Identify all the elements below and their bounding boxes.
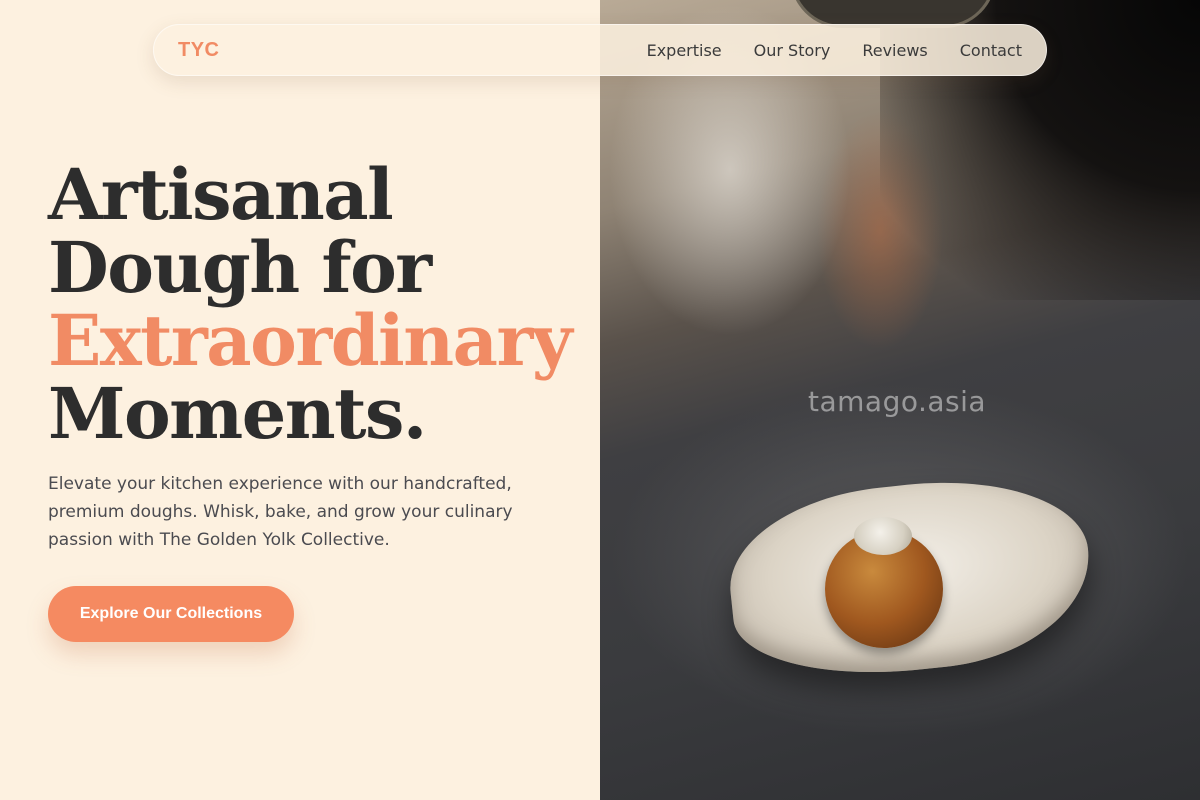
photo-watermark: tamago.asia	[808, 385, 987, 418]
nav-links: Expertise Our Story Reviews Contact	[647, 41, 1022, 60]
hero-subtitle: Elevate your kitchen experience with our…	[48, 474, 513, 550]
nav-link-expertise[interactable]: Expertise	[647, 41, 722, 60]
brand-logo-link[interactable]: TYC	[178, 39, 220, 62]
hero-title-accent-line: Extraordinary	[48, 299, 573, 382]
explore-collections-button[interactable]: Explore Our Collections	[48, 586, 294, 642]
photo-dough-topping	[854, 517, 912, 555]
top-navbar: TYC Expertise Our Story Reviews Contact	[153, 24, 1047, 76]
nav-link-contact[interactable]: Contact	[960, 41, 1022, 60]
hero-title-line: Artisanal	[48, 153, 394, 236]
nav-link-our-story[interactable]: Our Story	[754, 41, 831, 60]
hero-title-line: Dough for	[48, 226, 432, 309]
hero-title: Artisanal Dough for Extraordinary Moment…	[48, 158, 608, 450]
hero-title-line: Moments.	[48, 372, 427, 455]
nav-link-reviews[interactable]: Reviews	[862, 41, 927, 60]
